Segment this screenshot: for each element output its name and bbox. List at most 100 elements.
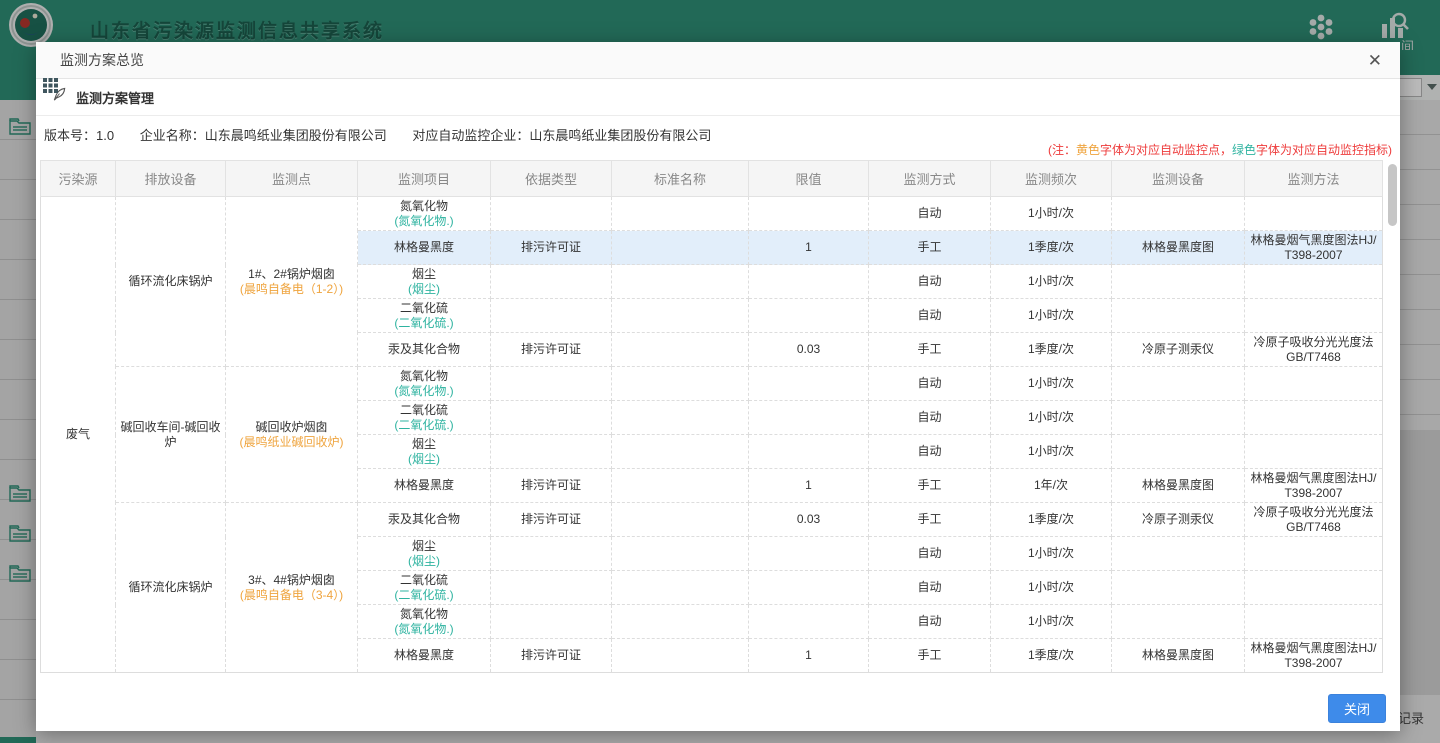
monitor-item-sub: (二氧化硫.): [362, 316, 486, 331]
basis-type-cell: [491, 571, 612, 605]
table-row[interactable]: 废气循环流化床锅炉1#、2#锅炉烟囱(晨鸣自备电（1-2）)氮氧化物(氮氧化物.…: [41, 197, 1383, 231]
method-cell: [1245, 265, 1383, 299]
limit-cell: [749, 367, 869, 401]
basis-type-cell: 排污许可证: [491, 503, 612, 537]
method-cell: [1245, 537, 1383, 571]
standard-name-cell: [612, 435, 749, 469]
monitor-item-cell: 林格曼黑度: [358, 469, 491, 503]
standard-name-cell: [612, 367, 749, 401]
modal-titlebar: 监测方案总览 ✕: [36, 42, 1400, 79]
close-icon[interactable]: ✕: [1368, 52, 1382, 69]
limit-cell: [749, 265, 869, 299]
column-header: 监测方法: [1245, 161, 1383, 197]
monitor-item-cell: 烟尘(烟尘): [358, 265, 491, 299]
grid-menu-icon[interactable]: [43, 76, 58, 99]
monitor-item-sub: (烟尘): [362, 554, 486, 569]
limit-cell: 1: [749, 231, 869, 265]
frequency-cell: 1小时/次: [991, 265, 1112, 299]
column-header: 排放设备: [116, 161, 226, 197]
standard-name-cell: [612, 231, 749, 265]
device-cell: [1112, 367, 1245, 401]
monitoring-plan-modal: 监测方案总览 ✕ 监测方案管理 版本号：1.0 企业名称：山东晨鸣纸业集团股份有…: [36, 42, 1400, 731]
company-info: 企业名称：山东晨鸣纸业集团股份有限公司: [140, 128, 387, 143]
standard-name-cell: [612, 265, 749, 299]
monitor-item-sub: (烟尘): [362, 452, 486, 467]
table-header-row: 污染源排放设备监测点监测项目依据类型标准名称限值监测方式监测频次监测设备监测方法: [41, 161, 1383, 197]
monitor-point-sub: (晨鸣自备电（1-2）): [230, 282, 353, 297]
monitor-item-cell: 氮氧化物(氮氧化物.): [358, 197, 491, 231]
method-cell: [1245, 197, 1383, 231]
limit-cell: 0.03: [749, 333, 869, 367]
method-cell: [1245, 367, 1383, 401]
method-cell: 林格曼烟气黑度图法HJ/T398-2007: [1245, 639, 1383, 673]
auto-company-info: 对应自动监控企业：山东晨鸣纸业集团股份有限公司: [412, 128, 711, 143]
version-info: 版本号：1.0: [44, 128, 114, 143]
monitoring-table: 污染源排放设备监测点监测项目依据类型标准名称限值监测方式监测频次监测设备监测方法…: [40, 160, 1383, 673]
frequency-cell: 1季度/次: [991, 503, 1112, 537]
method-cell: 冷原子吸收分光光度法GB/T7468: [1245, 503, 1383, 537]
column-header: 监测项目: [358, 161, 491, 197]
monitor-mode-cell: 自动: [869, 197, 991, 231]
device-cell: [1112, 197, 1245, 231]
column-header: 监测方式: [869, 161, 991, 197]
device-cell: [1112, 537, 1245, 571]
frequency-cell: 1年/次: [991, 469, 1112, 503]
monitor-item-sub: (二氧化硫.): [362, 418, 486, 433]
frequency-cell: 1季度/次: [991, 231, 1112, 265]
monitor-item-sub: (氮氧化物.): [362, 384, 486, 399]
standard-name-cell: [612, 537, 749, 571]
monitor-point-cell: 碱回收炉烟囱(晨鸣纸业碱回收炉): [226, 367, 358, 503]
standard-name-cell: [612, 197, 749, 231]
monitor-mode-cell: 自动: [869, 299, 991, 333]
basis-type-cell: [491, 265, 612, 299]
basis-type-cell: [491, 299, 612, 333]
limit-cell: [749, 197, 869, 231]
limit-cell: 1: [749, 469, 869, 503]
method-cell: [1245, 435, 1383, 469]
basis-type-cell: [491, 401, 612, 435]
monitor-mode-cell: 自动: [869, 367, 991, 401]
basis-type-cell: [491, 605, 612, 639]
equipment-cell: 碱回收车间-碱回收炉: [116, 367, 226, 503]
method-cell: 林格曼烟气黑度图法HJ/T398-2007: [1245, 469, 1383, 503]
device-cell: [1112, 299, 1245, 333]
column-header: 依据类型: [491, 161, 612, 197]
limit-cell: [749, 537, 869, 571]
table-scrollbar[interactable]: [1388, 162, 1397, 685]
close-button[interactable]: 关闭: [1328, 694, 1386, 723]
limit-cell: [749, 571, 869, 605]
basis-type-cell: 排污许可证: [491, 639, 612, 673]
monitor-point-cell: 3#、4#锅炉烟囱(晨鸣自备电（3-4）): [226, 503, 358, 673]
monitor-point-cell: 1#、2#锅炉烟囱(晨鸣自备电（1-2）): [226, 197, 358, 367]
monitor-item-cell: 氮氧化物(氮氧化物.): [358, 605, 491, 639]
standard-name-cell: [612, 333, 749, 367]
pollution-source-cell: 废气: [41, 197, 116, 673]
table-scrollbar-thumb[interactable]: [1388, 164, 1397, 226]
method-cell: [1245, 605, 1383, 639]
monitor-mode-cell: 自动: [869, 571, 991, 605]
monitor-item-sub: (氮氧化物.): [362, 214, 486, 229]
basis-type-cell: 排污许可证: [491, 333, 612, 367]
frequency-cell: 1小时/次: [991, 299, 1112, 333]
basis-type-cell: [491, 537, 612, 571]
table-row[interactable]: 循环流化床锅炉3#、4#锅炉烟囱(晨鸣自备电（3-4）)汞及其化合物排污许可证0…: [41, 503, 1383, 537]
device-cell: 冷原子测汞仪: [1112, 333, 1245, 367]
modal-footer: 关闭: [36, 687, 1400, 731]
monitor-item-cell: 二氧化硫(二氧化硫.): [358, 401, 491, 435]
monitor-mode-cell: 自动: [869, 265, 991, 299]
column-header: 监测点: [226, 161, 358, 197]
table-wrap: 污染源排放设备监测点监测项目依据类型标准名称限值监测方式监测频次监测设备监测方法…: [40, 160, 1382, 673]
column-header: 监测设备: [1112, 161, 1245, 197]
screen: 山东省污染源监测信息共享系统 间: [0, 0, 1440, 743]
table-row[interactable]: 碱回收车间-碱回收炉碱回收炉烟囱(晨鸣纸业碱回收炉)氮氧化物(氮氧化物.)自动1…: [41, 367, 1383, 401]
limit-cell: [749, 605, 869, 639]
monitor-item-cell: 汞及其化合物: [358, 333, 491, 367]
monitor-item-cell: 林格曼黑度: [358, 639, 491, 673]
device-cell: 林格曼黑度图: [1112, 639, 1245, 673]
column-header: 标准名称: [612, 161, 749, 197]
frequency-cell: 1小时/次: [991, 571, 1112, 605]
method-cell: 林格曼烟气黑度图法HJ/T398-2007: [1245, 231, 1383, 265]
method-cell: [1245, 401, 1383, 435]
limit-cell: 1: [749, 639, 869, 673]
device-cell: [1112, 571, 1245, 605]
